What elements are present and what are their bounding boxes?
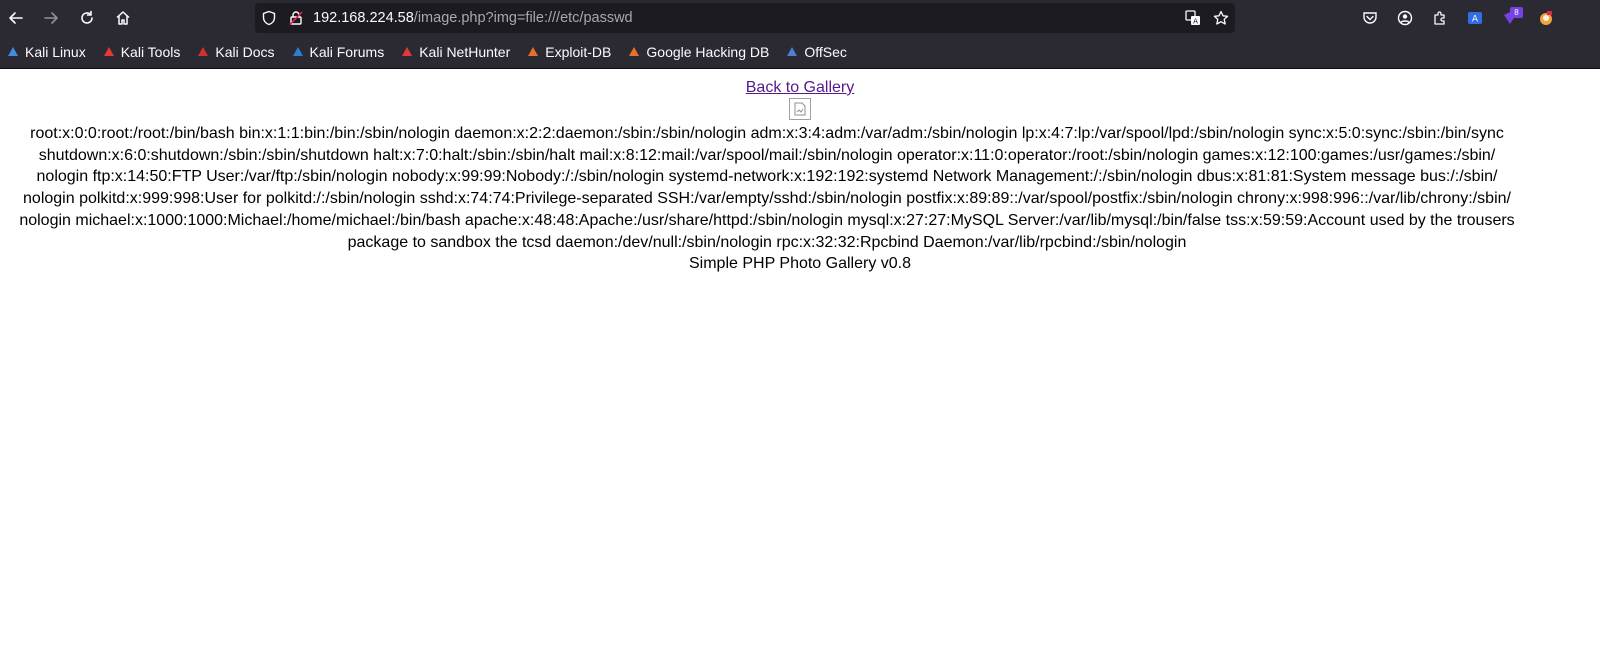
star-icon[interactable] bbox=[1213, 10, 1229, 26]
extensions-button[interactable] bbox=[1428, 6, 1452, 30]
back-to-gallery-link[interactable]: Back to Gallery bbox=[746, 78, 854, 97]
kali-dragon-icon bbox=[6, 45, 20, 59]
pocket-icon bbox=[1363, 12, 1377, 24]
kali-tools-icon bbox=[102, 45, 116, 59]
broken-image bbox=[789, 98, 811, 120]
passwd-line: package to sandbox the tcsd daemon:/dev/… bbox=[347, 233, 1187, 251]
bookmark-item[interactable]: OffSec bbox=[783, 40, 849, 64]
kali-forums-icon bbox=[291, 45, 305, 59]
navigation-toolbar: 192.168.224.58/image.php?img=file:///etc… bbox=[0, 0, 1600, 36]
browser-chrome: 192.168.224.58/image.php?img=file:///etc… bbox=[0, 0, 1600, 69]
passwd-line: nologin ftp:x:14:50:FTP User:/var/ftp:/s… bbox=[36, 168, 1498, 186]
broken-image-icon bbox=[794, 102, 806, 116]
exploit-db-icon bbox=[526, 45, 540, 59]
account-icon bbox=[1397, 10, 1413, 26]
bookmark-label: Exploit-DB bbox=[545, 44, 612, 60]
bookmark-label: Google Hacking DB bbox=[646, 44, 770, 60]
nethunter-icon bbox=[400, 45, 414, 59]
account-button[interactable] bbox=[1393, 6, 1417, 30]
svg-text:A: A bbox=[1193, 18, 1198, 26]
bookmark-item[interactable]: Kali NetHunter bbox=[398, 40, 512, 64]
url-text[interactable]: 192.168.224.58/image.php?img=file:///etc… bbox=[313, 10, 633, 26]
bookmarks-toolbar: Kali Linux Kali Tools Kali Docs Kali Forums… bbox=[0, 36, 1600, 69]
home-icon bbox=[116, 11, 130, 25]
passwd-line: nologin michael:x:1000:1000:Michael:/hom… bbox=[19, 211, 1515, 229]
bookmark-item[interactable]: Kali Linux bbox=[4, 40, 88, 64]
forward-button[interactable] bbox=[37, 4, 65, 32]
bookmark-item[interactable]: Exploit-DB bbox=[524, 40, 613, 64]
gallery-footer: Simple PHP Photo Gallery v0.8 bbox=[688, 255, 912, 273]
url-bar[interactable]: 192.168.224.58/image.php?img=file:///etc… bbox=[255, 3, 1235, 33]
bookmark-label: Kali Forums bbox=[309, 44, 385, 60]
reload-button[interactable] bbox=[73, 4, 101, 32]
reload-icon bbox=[81, 10, 93, 24]
avatar-extension-icon bbox=[1540, 11, 1552, 25]
badge-extension-button[interactable]: 8 bbox=[1498, 6, 1523, 30]
passwd-line: shutdown:x:6:0:shutdown:/sbin:/sbin/shut… bbox=[38, 146, 1496, 164]
translate-extension-button[interactable]: A bbox=[1463, 6, 1487, 30]
back-button[interactable] bbox=[2, 4, 30, 32]
translate-icon[interactable]: A bbox=[1185, 10, 1201, 26]
bookmark-label: Kali Tools bbox=[120, 44, 181, 60]
svg-text:A: A bbox=[1472, 15, 1479, 25]
extension-badge-count: 8 bbox=[1510, 7, 1523, 18]
page-content: Back to Gallery root:x:0:0:root:/root:/b… bbox=[0, 69, 1600, 274]
bookmark-label: Kali Linux bbox=[25, 44, 86, 60]
pocket-button[interactable] bbox=[1358, 6, 1382, 30]
passwd-file-contents: root:x:0:0:root:/root:/bin/bash bin:x:1:… bbox=[0, 123, 1567, 253]
bookmark-item[interactable]: Google Hacking DB bbox=[625, 40, 771, 64]
url-path: /image.php?img=file:///etc/passwd bbox=[413, 10, 633, 26]
translate-extension-icon: A bbox=[1468, 12, 1482, 25]
home-button[interactable] bbox=[109, 4, 137, 32]
passwd-line: nologin polkitd:x:999:998:User for polki… bbox=[23, 190, 1511, 208]
bookmark-item[interactable]: Kali Docs bbox=[194, 40, 276, 64]
bookmark-label: Kali Docs bbox=[215, 44, 275, 60]
kali-docs-icon bbox=[196, 45, 210, 59]
bookmark-label: Kali NetHunter bbox=[419, 44, 511, 60]
forward-arrow-icon bbox=[44, 12, 58, 24]
back-arrow-icon bbox=[9, 12, 23, 24]
avatar-extension-button[interactable] bbox=[1534, 6, 1558, 30]
insecure-lock-icon[interactable] bbox=[288, 10, 304, 26]
bookmark-item[interactable]: Kali Forums bbox=[289, 40, 387, 64]
offsec-icon bbox=[785, 45, 799, 59]
tracking-protection-shield-icon[interactable] bbox=[261, 10, 277, 26]
extensions-icon bbox=[1434, 11, 1445, 25]
bookmark-label: OffSec bbox=[804, 44, 847, 60]
ghdb-icon bbox=[627, 45, 641, 59]
passwd-line: root:x:0:0:root:/root:/bin/bash bin:x:1:… bbox=[30, 125, 1504, 142]
url-host: 192.168.224.58 bbox=[313, 10, 414, 26]
bookmark-item[interactable]: Kali Tools bbox=[100, 40, 183, 64]
